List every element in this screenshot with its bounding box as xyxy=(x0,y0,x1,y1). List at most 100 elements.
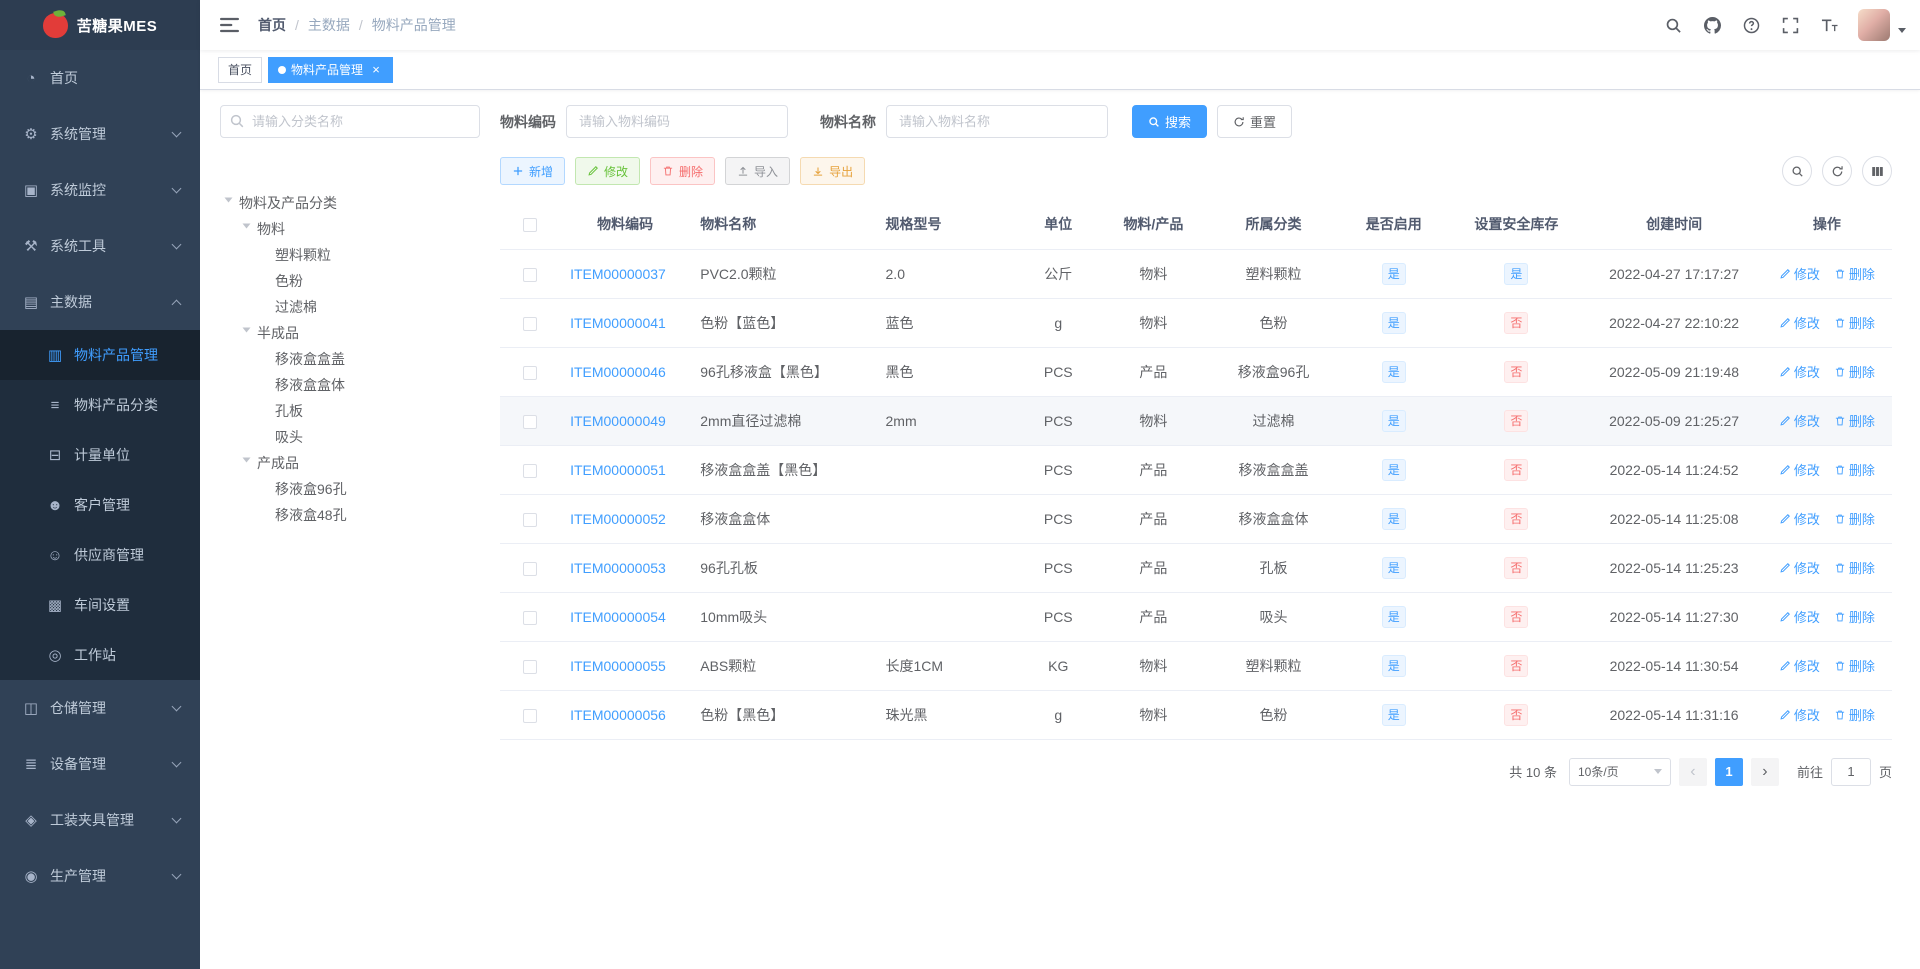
tree-node[interactable]: 孔板 xyxy=(220,398,480,424)
row-checkbox[interactable] xyxy=(523,610,538,625)
tree-node[interactable]: 色粉 xyxy=(220,268,480,294)
tree-node[interactable]: 半成品 xyxy=(220,320,480,346)
page-1-button[interactable]: 1 xyxy=(1714,757,1743,786)
sidebar-item-warehouse-mgmt[interactable]: ◫ 仓储管理 xyxy=(0,680,200,736)
cell-item-code[interactable]: ITEM00000056 xyxy=(560,690,691,740)
delete-button[interactable]: 删除 xyxy=(650,157,716,185)
row-delete-link[interactable]: 删除 xyxy=(1834,362,1875,381)
cell-item-code[interactable]: ITEM00000037 xyxy=(560,249,691,299)
row-checkbox[interactable] xyxy=(523,316,538,331)
row-edit-link[interactable]: 修改 xyxy=(1779,558,1820,577)
row-checkbox[interactable] xyxy=(523,659,538,674)
sidebar-item-customer-mgmt[interactable]: ☻ 客户管理 xyxy=(0,480,200,530)
row-edit-link[interactable]: 修改 xyxy=(1779,362,1820,381)
caret-down-icon[interactable] xyxy=(1898,27,1906,37)
cell-item-code[interactable]: ITEM00000051 xyxy=(560,445,691,495)
cell-item-code[interactable]: ITEM00000055 xyxy=(560,641,691,691)
hamburger-icon[interactable] xyxy=(218,15,240,35)
caret-expanded-icon[interactable] xyxy=(242,223,251,233)
fullscreen-icon[interactable] xyxy=(1780,15,1800,35)
row-delete-link[interactable]: 删除 xyxy=(1834,264,1875,283)
sidebar-item-system-tools[interactable]: ⚒ 系统工具 xyxy=(0,218,200,274)
row-checkbox[interactable] xyxy=(523,561,538,576)
row-edit-link[interactable]: 修改 xyxy=(1779,509,1820,528)
tree-node[interactable]: 移液盒48孔 xyxy=(220,502,480,528)
app-logo[interactable]: 苦糖果MES xyxy=(0,0,200,50)
sidebar-item-system-admin[interactable]: ⚙ 系统管理 xyxy=(0,106,200,162)
name-filter-input[interactable] xyxy=(886,105,1108,138)
sidebar-item-material-product-category[interactable]: ≡ 物料产品分类 xyxy=(0,380,200,430)
breadcrumb-master-data[interactable]: 主数据 xyxy=(308,15,350,35)
row-delete-link[interactable]: 删除 xyxy=(1834,705,1875,724)
row-checkbox[interactable] xyxy=(523,365,538,380)
cell-item-code[interactable]: ITEM00000041 xyxy=(560,298,691,348)
caret-expanded-icon[interactable] xyxy=(224,197,233,207)
tree-node[interactable]: 物料及产品分类 xyxy=(220,190,480,216)
sidebar-item-measure-unit[interactable]: ⊟ 计量单位 xyxy=(0,430,200,480)
github-icon[interactable] xyxy=(1702,15,1722,35)
tree-node[interactable]: 塑料颗粒 xyxy=(220,242,480,268)
category-search-input[interactable] xyxy=(220,105,480,138)
row-delete-link[interactable]: 删除 xyxy=(1834,313,1875,332)
cell-item-code[interactable]: ITEM00000046 xyxy=(560,347,691,397)
tree-node[interactable]: 移液盒盒盖 xyxy=(220,346,480,372)
row-checkbox[interactable] xyxy=(523,708,538,723)
sidebar-item-equipment-mgmt[interactable]: ≣ 设备管理 xyxy=(0,736,200,792)
avatar[interactable] xyxy=(1858,9,1890,41)
edit-button[interactable]: 修改 xyxy=(575,157,641,185)
cell-item-code[interactable]: ITEM00000052 xyxy=(560,494,691,544)
tab-home[interactable]: 首页 xyxy=(218,56,263,83)
row-checkbox[interactable] xyxy=(523,414,538,429)
row-delete-link[interactable]: 删除 xyxy=(1834,558,1875,577)
tree-node[interactable]: 过滤棉 xyxy=(220,294,480,320)
row-checkbox[interactable] xyxy=(523,512,538,527)
row-edit-link[interactable]: 修改 xyxy=(1779,411,1820,430)
row-checkbox[interactable] xyxy=(523,463,538,478)
sidebar-item-material-product-mgmt[interactable]: ▥ 物料产品管理 xyxy=(0,330,200,380)
select-all-checkbox[interactable] xyxy=(523,218,538,233)
tree-node[interactable]: 移液盒盒体 xyxy=(220,372,480,398)
row-edit-link[interactable]: 修改 xyxy=(1779,607,1820,626)
breadcrumb-home[interactable]: 首页 xyxy=(258,15,286,35)
goto-page-input[interactable] xyxy=(1830,757,1871,786)
help-icon[interactable] xyxy=(1741,15,1761,35)
sidebar-item-master-data[interactable]: ▤ 主数据 xyxy=(0,274,200,330)
caret-expanded-icon[interactable] xyxy=(242,457,251,467)
tree-node[interactable]: 产成品 xyxy=(220,450,480,476)
export-button[interactable]: 导出 xyxy=(800,157,866,185)
row-delete-link[interactable]: 删除 xyxy=(1834,656,1875,675)
cell-item-code[interactable]: ITEM00000053 xyxy=(560,543,691,593)
cell-item-code[interactable]: ITEM00000049 xyxy=(560,396,691,446)
row-edit-link[interactable]: 修改 xyxy=(1779,264,1820,283)
sidebar-item-production-mgmt[interactable]: ◉ 生产管理 xyxy=(0,848,200,904)
page-size-select[interactable]: 10条/页 xyxy=(1568,757,1671,786)
toggle-search-button[interactable] xyxy=(1782,156,1812,186)
add-button[interactable]: 新增 xyxy=(500,157,566,185)
row-edit-link[interactable]: 修改 xyxy=(1779,460,1820,479)
sidebar-item-workshop-settings[interactable]: ▩ 车间设置 xyxy=(0,580,200,630)
prev-page-button[interactable]: ‹ xyxy=(1678,757,1707,786)
search-icon[interactable] xyxy=(1663,15,1683,35)
row-delete-link[interactable]: 删除 xyxy=(1834,460,1875,479)
sidebar-item-workstation[interactable]: ◎ 工作站 xyxy=(0,630,200,680)
cell-item-code[interactable]: ITEM00000054 xyxy=(560,592,691,642)
row-edit-link[interactable]: 修改 xyxy=(1779,656,1820,675)
search-button[interactable]: 搜索 xyxy=(1132,105,1208,138)
code-filter-input[interactable] xyxy=(566,105,788,138)
close-icon[interactable]: × xyxy=(369,63,383,77)
sidebar-item-fixture-mgmt[interactable]: ◈ 工装夹具管理 xyxy=(0,792,200,848)
sidebar-item-supplier-mgmt[interactable]: ☺ 供应商管理 xyxy=(0,530,200,580)
row-edit-link[interactable]: 修改 xyxy=(1779,313,1820,332)
sidebar-item-system-monitor[interactable]: ▣ 系统监控 xyxy=(0,162,200,218)
tree-node[interactable]: 吸头 xyxy=(220,424,480,450)
sidebar-item-home[interactable]: ◔ 首页 xyxy=(0,50,200,106)
tab-material-product-mgmt[interactable]: 物料产品管理 × xyxy=(268,56,394,83)
row-delete-link[interactable]: 删除 xyxy=(1834,607,1875,626)
row-delete-link[interactable]: 删除 xyxy=(1834,509,1875,528)
row-checkbox[interactable] xyxy=(523,267,538,282)
font-size-icon[interactable] xyxy=(1819,15,1839,35)
tree-node[interactable]: 移液盒96孔 xyxy=(220,476,480,502)
next-page-button[interactable]: › xyxy=(1750,757,1779,786)
row-edit-link[interactable]: 修改 xyxy=(1779,705,1820,724)
tree-node[interactable]: 物料 xyxy=(220,216,480,242)
